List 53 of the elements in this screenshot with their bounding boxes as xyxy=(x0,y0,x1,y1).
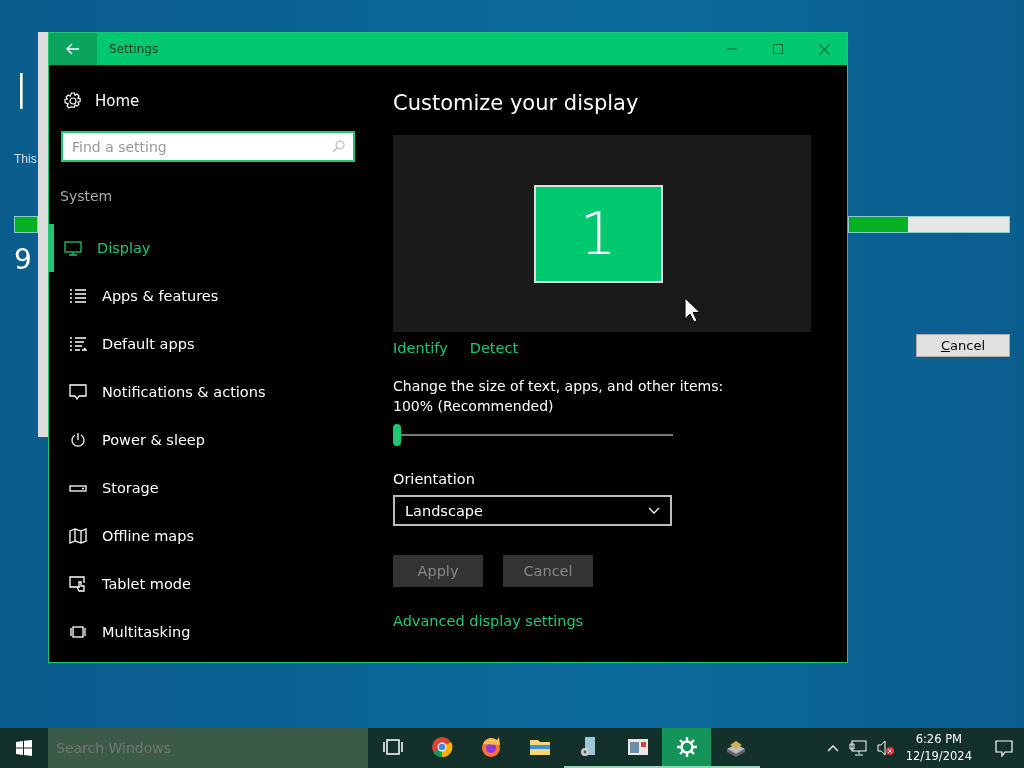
orientation-dropdown[interactable]: Landscape xyxy=(393,495,672,526)
nav-item[interactable]: Apps & features xyxy=(49,272,371,320)
network-icon xyxy=(848,740,867,756)
orientation-label: Orientation xyxy=(393,471,475,487)
windows-logo-icon xyxy=(16,740,32,756)
link[interactable]: Identify xyxy=(393,340,448,356)
clock-time: 6:26 PM xyxy=(915,731,962,748)
chevron-up-icon xyxy=(826,744,839,752)
nav-item[interactable]: Offline maps xyxy=(49,512,371,560)
minimize-icon xyxy=(727,48,737,50)
list-icon xyxy=(69,288,87,304)
nav-item[interactable]: Tablet mode xyxy=(49,560,371,608)
window-title: Settings xyxy=(109,42,159,56)
nav-item[interactable]: Multitasking xyxy=(49,608,371,656)
dialog-text: This xyxy=(14,152,37,166)
nav-item[interactable]: Storage xyxy=(49,464,371,512)
search-icon xyxy=(332,140,345,153)
nav-item[interactable]: Display xyxy=(49,224,371,272)
mouse-cursor-icon xyxy=(684,297,700,323)
back-arrow-icon xyxy=(66,43,80,55)
taskbar-search-field[interactable]: Search Windows xyxy=(48,728,368,768)
speech-bubble-icon xyxy=(69,384,87,400)
gear-icon xyxy=(674,735,699,759)
speaker-muted-icon xyxy=(876,740,895,756)
gear-icon xyxy=(64,92,82,110)
tablet-touch-icon xyxy=(69,576,87,592)
scale-label: Change the size of text, apps, and other items: 100% (Recommended) xyxy=(393,377,725,416)
scale-slider[interactable] xyxy=(393,424,673,446)
power-icon xyxy=(69,432,87,448)
cancel-button[interactable]: Cancel xyxy=(916,334,1010,357)
progress-percent: 9 xyxy=(14,243,32,276)
section-heading: System xyxy=(60,188,113,204)
list-arrow-icon xyxy=(69,336,87,352)
slider-thumb[interactable] xyxy=(393,424,401,446)
nav-item[interactable]: Power & sleep xyxy=(49,416,371,464)
advanced-settings-link[interactable]: Advanced display settings xyxy=(393,613,584,629)
window-title: I xyxy=(14,62,29,122)
clock-date: 12/19/2024 xyxy=(905,748,972,765)
progress-segment xyxy=(14,216,38,233)
search-field[interactable]: Find a setting xyxy=(61,131,355,162)
maximize-icon xyxy=(773,44,783,54)
home-link[interactable]: Home xyxy=(64,89,140,113)
link[interactable]: Detect xyxy=(469,340,519,356)
map-icon xyxy=(69,528,87,544)
nav-item[interactable]: Notifications & actions xyxy=(49,368,371,416)
browser-ball-icon xyxy=(429,735,454,759)
multitask-icon xyxy=(69,624,87,640)
close-icon xyxy=(818,43,830,55)
monitor-icon xyxy=(64,240,82,256)
nav-item[interactable]: Default apps xyxy=(49,320,371,368)
page-heading: Customize your display xyxy=(393,91,639,115)
chevron-down-icon xyxy=(648,507,660,514)
speech-bubble-icon xyxy=(995,739,1013,757)
